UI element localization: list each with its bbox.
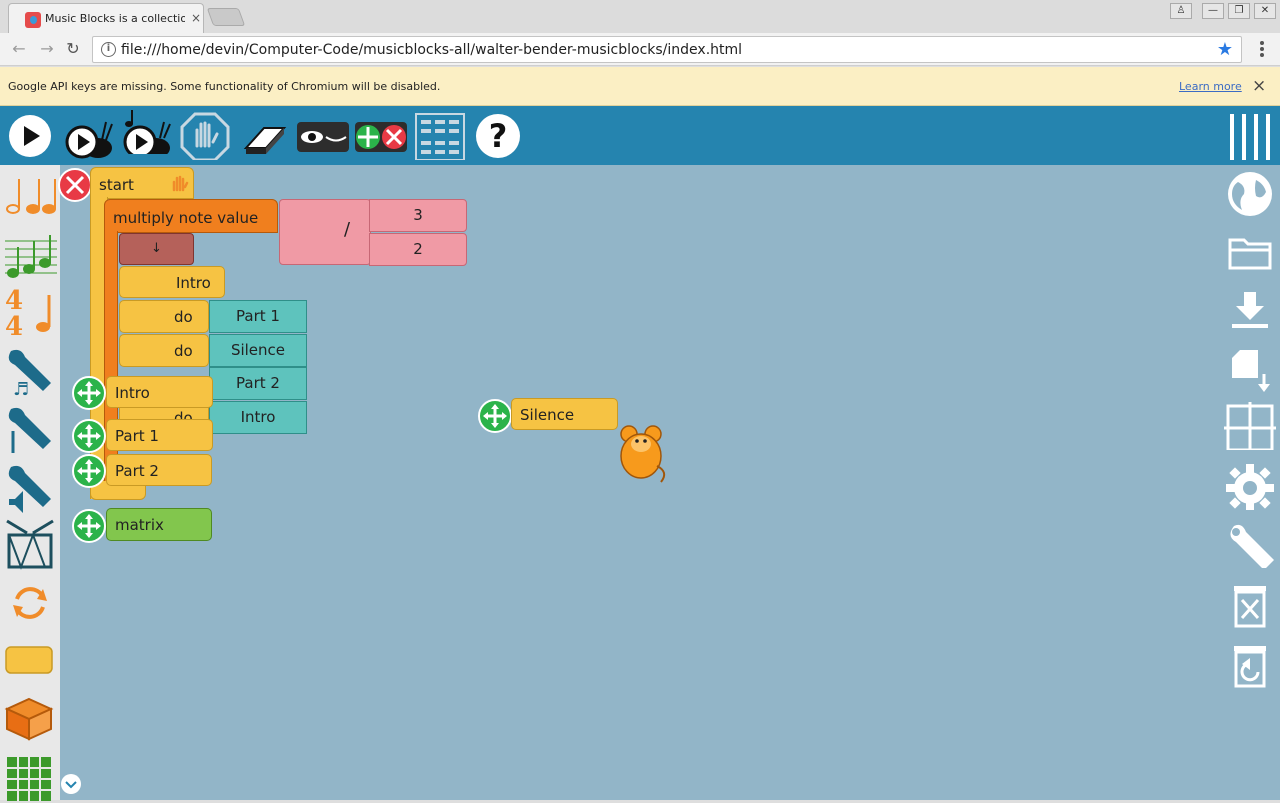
paste-icon[interactable]	[1224, 344, 1276, 392]
learn-more-link[interactable]: Learn more	[1179, 80, 1242, 93]
menu-icon[interactable]	[1226, 112, 1274, 160]
browser-toolbar: ← → ↻ i file:///home/devin/Computer-Code…	[0, 33, 1280, 66]
run-step-icon[interactable]	[120, 106, 172, 154]
multiply-label: multiply note value	[113, 209, 259, 227]
boxes-icon[interactable]	[3, 691, 57, 745]
language-icon[interactable]	[1224, 170, 1276, 218]
save-icon[interactable]	[1224, 286, 1276, 334]
intro-action-label: Intro	[176, 274, 211, 292]
restore-icon[interactable]	[1224, 640, 1276, 688]
action-icon[interactable]	[3, 633, 57, 687]
divide-block[interactable]: /	[279, 199, 371, 265]
start-label: start	[99, 176, 134, 194]
infobar-close-icon[interactable]: ×	[1252, 76, 1266, 96]
intro-label: Intro	[115, 384, 150, 402]
do-label: do	[174, 342, 193, 360]
url-text: file:///home/devin/Computer-Code/musicbl…	[121, 42, 743, 58]
forward-button[interactable]: →	[36, 38, 58, 60]
grid-menu-icon[interactable]	[414, 112, 466, 160]
ornament-icon[interactable]	[3, 401, 57, 455]
expand-matrix-icon[interactable]	[72, 509, 106, 543]
do-block[interactable]: do	[119, 300, 209, 333]
api-key-infobar: Google API keys are missing. Some functi…	[0, 67, 1280, 106]
show-hide-blocks-icon[interactable]	[296, 112, 350, 160]
flow-icon[interactable]	[3, 575, 57, 629]
silence-label: Silence	[520, 406, 575, 424]
bookmark-star-icon[interactable]: ★	[1217, 39, 1233, 60]
svg-text:?: ?	[489, 117, 508, 155]
browser-tabstrip: Music Blocks is a collection × ♙ — ❐ ✕	[0, 0, 1280, 33]
multiply-note-value-block[interactable]: multiply note value	[104, 199, 278, 233]
volume-icon[interactable]	[3, 459, 57, 513]
arrow-block[interactable]: ↓	[119, 233, 194, 265]
app-toolbar: ?	[0, 106, 1280, 165]
tools-icon[interactable]	[1224, 520, 1276, 568]
info-icon[interactable]: i	[101, 42, 116, 57]
do-block[interactable]: do	[119, 334, 209, 367]
maximize-button[interactable]: ❐	[1228, 3, 1250, 19]
user-icon[interactable]: ♙	[1170, 3, 1192, 19]
help-icon[interactable]: ?	[474, 112, 522, 160]
address-bar[interactable]: i file:///home/devin/Computer-Code/music…	[92, 36, 1242, 63]
part1-label: Part 1	[115, 427, 159, 445]
tab-title: Music Blocks is a collection	[45, 12, 185, 25]
browser-tab[interactable]: Music Blocks is a collection ×	[8, 3, 204, 33]
svg-text:4: 4	[5, 312, 23, 339]
open-icon[interactable]	[1224, 228, 1276, 276]
meter-icon[interactable]: 4 4	[3, 285, 57, 339]
right-toolbar	[1220, 165, 1280, 800]
expand-intro-icon[interactable]	[72, 376, 106, 410]
part1-arg-block[interactable]: Part 1	[209, 300, 307, 333]
stop-icon[interactable]	[180, 112, 230, 160]
part2-arg-block[interactable]: Part 2	[209, 367, 307, 400]
part2-label: Part 2	[115, 462, 159, 480]
drum-icon[interactable]	[3, 517, 57, 571]
intro-action-definition[interactable]: Intro	[106, 376, 213, 408]
numerator-block[interactable]: 3	[369, 199, 467, 232]
close-window-button[interactable]: ✕	[1254, 3, 1276, 19]
silence-arg-block[interactable]: Silence	[209, 334, 307, 367]
play-icon[interactable]	[6, 112, 54, 160]
matrix-label: matrix	[115, 516, 164, 534]
chevron-down-icon[interactable]	[60, 773, 82, 795]
run-slow-icon[interactable]	[62, 112, 114, 160]
tab-close-icon[interactable]: ×	[191, 11, 201, 25]
block-palette: 4 4 ♬	[0, 165, 60, 803]
denominator-block[interactable]: 2	[369, 233, 467, 266]
matrix-block[interactable]: matrix	[106, 508, 212, 541]
reload-button[interactable]: ↻	[62, 38, 84, 60]
back-button[interactable]: ←	[8, 38, 30, 60]
rhythm-icon[interactable]	[3, 169, 57, 223]
minimize-button[interactable]: —	[1202, 3, 1224, 19]
infobar-message: Google API keys are missing. Some functi…	[8, 80, 441, 93]
svg-text:♬: ♬	[13, 379, 29, 397]
grid-icon[interactable]	[1224, 402, 1276, 450]
favicon-icon	[25, 12, 41, 28]
part1-action-definition[interactable]: Part 1	[106, 419, 213, 451]
mouse-turtle-icon[interactable]	[617, 422, 669, 484]
intro-arg-block[interactable]: Intro	[209, 401, 307, 434]
expand-part1-icon[interactable]	[72, 419, 106, 453]
divide-label: /	[344, 219, 351, 240]
collapse-expand-icon[interactable]	[354, 112, 408, 160]
start-block[interactable]: start	[90, 167, 194, 199]
trash-icon[interactable]	[1224, 580, 1276, 628]
silence-action-block[interactable]: Silence	[511, 398, 618, 430]
new-tab-button[interactable]	[206, 8, 246, 26]
part2-action-definition[interactable]: Part 2	[106, 454, 212, 486]
browser-menu-icon[interactable]	[1252, 39, 1272, 61]
expand-silence-icon[interactable]	[478, 399, 512, 433]
intro-action-block[interactable]: Intro	[119, 266, 225, 298]
clear-icon[interactable]	[240, 112, 290, 160]
collapse-start-icon[interactable]	[58, 168, 92, 202]
hand-icon	[172, 175, 189, 192]
expand-part2-icon[interactable]	[72, 454, 106, 488]
widgets-icon[interactable]	[3, 749, 57, 803]
settings-icon[interactable]	[1224, 462, 1276, 510]
tone-icon[interactable]: ♬	[3, 343, 57, 397]
do-label: do	[174, 308, 193, 326]
pitch-icon[interactable]	[3, 227, 57, 281]
